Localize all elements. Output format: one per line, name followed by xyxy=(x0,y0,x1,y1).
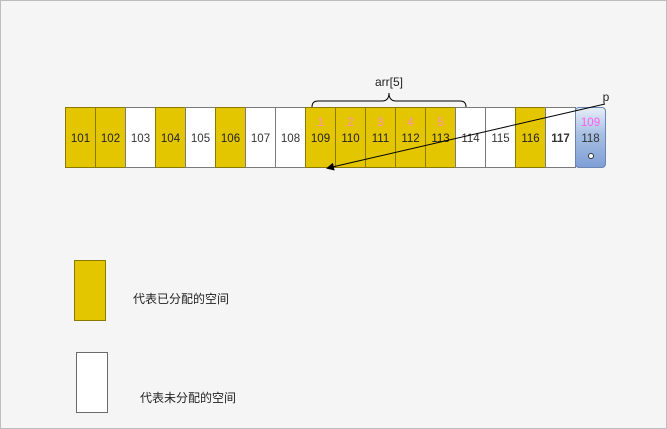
legend-allocated-text: 代表已分配的空间 xyxy=(133,292,230,306)
pointer-arrow xyxy=(326,103,606,171)
array-brace xyxy=(311,92,467,108)
legend-allocated-swatch xyxy=(74,260,106,321)
legend-unallocated-text: 代表未分配的空间 xyxy=(140,391,237,405)
legend-unallocated-swatch xyxy=(76,352,108,413)
diagram-canvas: arr[5] p 101 102 103 104 105 106 107 108 1 109 2 11… xyxy=(0,0,667,429)
